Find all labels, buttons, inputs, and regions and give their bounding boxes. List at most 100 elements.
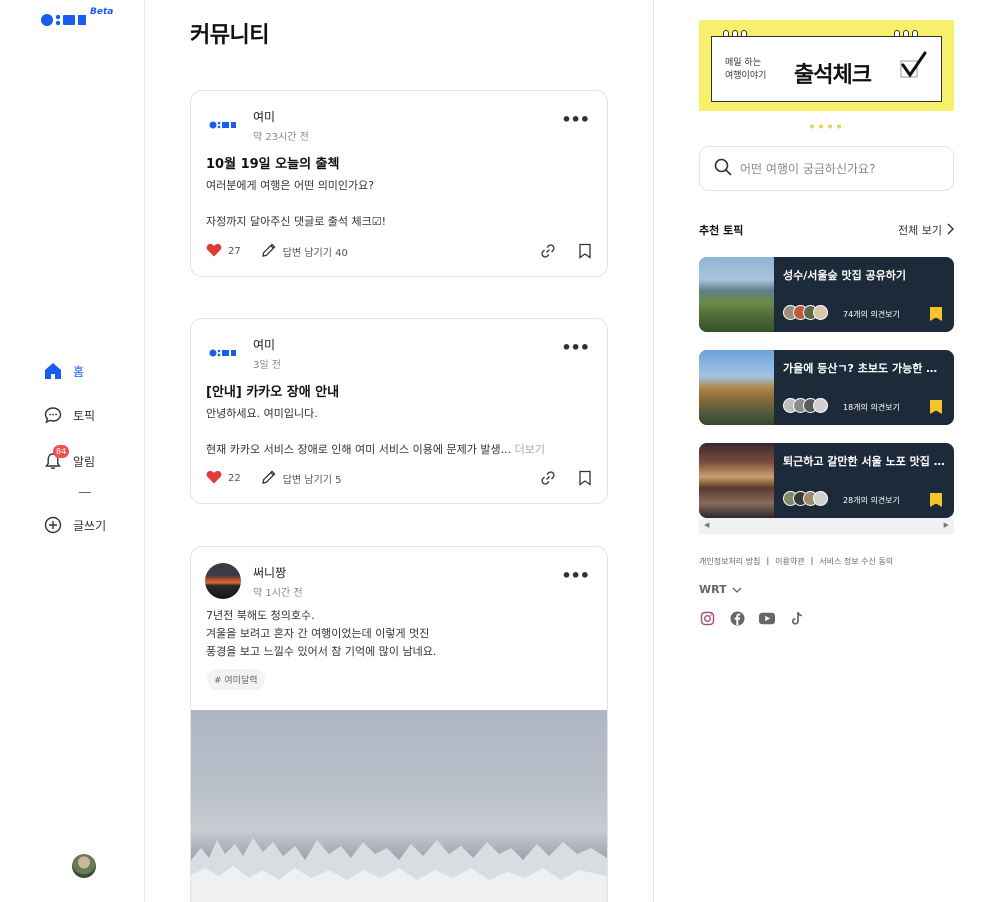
- read-more-link[interactable]: 더보기: [511, 443, 545, 456]
- company-dropdown[interactable]: WRT: [699, 583, 742, 596]
- author-name[interactable]: 여미: [253, 336, 281, 353]
- search-input[interactable]: [740, 161, 940, 176]
- topic-title: 가을에 등산ㄱ? 초보도 가능한 서울 근교 등산 코스: [783, 362, 946, 375]
- scroll-left-icon[interactable]: ◀: [704, 521, 709, 529]
- reply-label: 답변 남기기 40: [282, 247, 348, 259]
- bookmark-icon[interactable]: [930, 492, 942, 511]
- post-time: 약 23시간 전: [253, 131, 309, 143]
- post-card[interactable]: 써니짱 약 1시간 전 ••• 7년전 북해도 청의호수. 겨울을 보려고 혼자…: [190, 546, 608, 902]
- reply-label: 답변 남기기 5: [282, 474, 342, 486]
- yeomi-logo[interactable]: [40, 12, 88, 32]
- left-sidebar: Beta 홈 토픽 84 알림 글쓰기: [0, 0, 145, 902]
- chevron-right-icon: [946, 223, 954, 238]
- topic-card[interactable]: 가을에 등산ㄱ? 초보도 가능한 서울 근교 등산 코스 18개의 의견보기: [699, 350, 954, 425]
- plus-circle-icon: [43, 515, 63, 535]
- comment-count: 74개의 의견보기: [843, 310, 900, 319]
- reply-button[interactable]: 답변 남기기 5: [261, 469, 342, 488]
- bell-icon: 84: [43, 445, 70, 471]
- topic-card[interactable]: 퇴근하고 갈만한 서울 노포 맛집 추천해주세요 28개의 의견보기: [699, 443, 954, 518]
- post-time: 약 1시간 전: [253, 587, 303, 599]
- checkbox-check-icon: [898, 51, 928, 85]
- link-icon[interactable]: [540, 243, 556, 259]
- like-button[interactable]: 22: [206, 470, 241, 487]
- scroll-right-icon[interactable]: ▶: [944, 521, 949, 529]
- topic-thumbnail: [699, 257, 774, 332]
- bookmark-icon[interactable]: [578, 243, 592, 259]
- topic-card[interactable]: 성수/서울숲 맛집 공유하기 74개의 의견보기: [699, 257, 954, 332]
- beta-label: Beta: [90, 7, 114, 17]
- page-title: 커뮤니티: [190, 23, 269, 48]
- author-avatar[interactable]: [205, 563, 241, 599]
- app-root: Beta 홈 토픽 84 알림 글쓰기 커뮤니티 여미 약 23시간 전 •••…: [0, 0, 983, 902]
- post-body[interactable]: 안녕하세요. 여미입니다. 현재 카카오 서비스 장애로 인해 여미 서비스 이…: [206, 405, 545, 459]
- heart-icon: [206, 243, 222, 260]
- bookmark-icon[interactable]: [930, 399, 942, 418]
- topic-title: 퇴근하고 갈만한 서울 노포 맛집 추천해주세요: [783, 455, 946, 468]
- nav-write[interactable]: 글쓰기: [43, 515, 106, 535]
- tiktok-icon[interactable]: [789, 610, 805, 626]
- nav-notification-label: 알림: [73, 454, 96, 469]
- pencil-icon: [261, 242, 277, 261]
- youtube-icon[interactable]: [759, 610, 775, 626]
- post-body[interactable]: 7년전 북해도 청의호수. 겨울을 보려고 혼자 간 여행이었는데 이렇게 멋진…: [206, 607, 436, 661]
- post-image[interactable]: [191, 710, 607, 902]
- terms-link[interactable]: 이용약관: [775, 556, 804, 567]
- bookmark-icon[interactable]: [930, 306, 942, 325]
- footer-separator: |: [810, 556, 814, 565]
- author-name[interactable]: 여미: [253, 108, 309, 125]
- banner-subtitle-line1: 매일 하는: [725, 58, 761, 68]
- home-icon: [43, 361, 63, 381]
- post-card[interactable]: 여미 약 23시간 전 ••• 10월 19일 오늘의 출첵 여러분에게 여행은…: [190, 90, 608, 277]
- banner-subtitle: 매일 하는 여행이야기: [725, 57, 766, 83]
- banner-pagination: [810, 124, 841, 129]
- post-body-text: 안녕하세요. 여미입니다. 현재 카카오 서비스 장애로 인해 여미 서비스 이…: [206, 407, 512, 456]
- search-box[interactable]: [699, 146, 954, 191]
- banner-title: 출석체크: [794, 63, 872, 88]
- see-all-link[interactable]: 전체 보기: [898, 222, 954, 238]
- recommended-topics-title: 추천 토픽: [699, 224, 744, 237]
- more-options-icon[interactable]: •••: [561, 568, 590, 584]
- heart-icon: [206, 470, 222, 487]
- post-card[interactable]: 여미 3일 전 ••• [안내] 카카오 장애 안내 안녕하세요. 여미입니다.…: [190, 318, 608, 504]
- author-avatar[interactable]: [205, 107, 241, 143]
- nav-topic-label: 토픽: [73, 408, 96, 423]
- author-name[interactable]: 써니짱: [253, 564, 303, 581]
- nav-home-label: 홈: [73, 364, 85, 379]
- post-title[interactable]: [안내] 카카오 장애 안내: [206, 381, 339, 400]
- nav-notification[interactable]: 84 알림: [43, 445, 96, 471]
- author-avatar[interactable]: [205, 335, 241, 371]
- topics-scrollbar[interactable]: ◀ ▶: [699, 518, 954, 534]
- marketing-consent-link[interactable]: 서비스 정보 수신 동의: [819, 556, 893, 567]
- more-options-icon[interactable]: •••: [561, 112, 590, 128]
- participant-avatars: [783, 491, 828, 506]
- post-title[interactable]: 10월 19일 오늘의 출첵: [206, 153, 339, 172]
- post-header: 여미 3일 전: [205, 335, 281, 371]
- user-avatar[interactable]: [72, 854, 96, 878]
- hashtag[interactable]: # 여미달력: [207, 669, 265, 690]
- nav-topic[interactable]: 토픽: [43, 405, 95, 425]
- instagram-icon[interactable]: [699, 610, 715, 626]
- footer-links: 개인정보처리 방침 | 이용약관 | 서비스 정보 수신 동의: [699, 556, 893, 567]
- post-body[interactable]: 여러분에게 여행은 어떤 의미인가요? 자정까지 달아주신 댓글로 출석 체크☑…: [206, 177, 386, 231]
- more-options-icon[interactable]: •••: [561, 340, 590, 356]
- topic-thumbnail: [699, 443, 774, 518]
- participant-avatars: [783, 398, 828, 413]
- facebook-icon[interactable]: [729, 610, 745, 626]
- link-icon[interactable]: [540, 470, 556, 486]
- like-button[interactable]: 27: [206, 243, 241, 260]
- post-header: 여미 약 23시간 전: [205, 107, 309, 143]
- post-actions: 27 답변 남기기 40: [206, 242, 592, 260]
- banner-card: 매일 하는 여행이야기 출석체크: [711, 36, 942, 102]
- company-label: WRT: [699, 583, 727, 596]
- reply-button[interactable]: 답변 남기기 40: [261, 242, 348, 261]
- social-links: [699, 610, 805, 626]
- right-sidebar: 매일 하는 여행이야기 출석체크 추천 토픽 전체 보기 성수/서울숲 맛집 공…: [654, 0, 983, 902]
- attendance-banner[interactable]: 매일 하는 여행이야기 출석체크: [699, 20, 954, 129]
- privacy-policy-link[interactable]: 개인정보처리 방침: [699, 556, 760, 567]
- bookmark-icon[interactable]: [578, 470, 592, 486]
- topic-thumbnail: [699, 350, 774, 425]
- like-count: 22: [228, 472, 241, 484]
- nav-home[interactable]: 홈: [43, 361, 84, 381]
- topic-title: 성수/서울숲 맛집 공유하기: [783, 269, 906, 282]
- post-header: 써니짱 약 1시간 전: [205, 563, 303, 599]
